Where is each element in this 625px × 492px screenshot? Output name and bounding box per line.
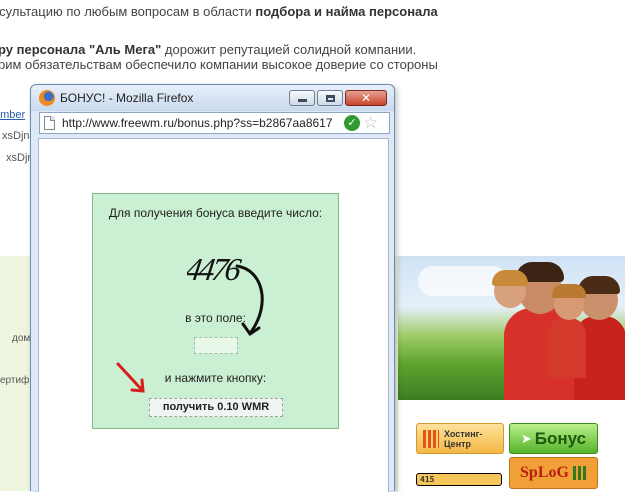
background-text: дорожит репутацией солидной компании.: [161, 42, 417, 57]
company-name: ру персонала "Аль Мега": [0, 42, 162, 57]
url-text[interactable]: http://www.freewm.ru/bonus.php?ss=b2867a…: [62, 116, 342, 130]
side-text: ертиф: [0, 375, 30, 386]
get-bonus-button[interactable]: получить 0.10 WMR: [149, 398, 283, 417]
close-button[interactable]: ✕: [345, 90, 387, 106]
page-icon: [44, 116, 55, 130]
background-paragraph: ру персонала "Аль Мега" дорожит репутаци…: [0, 42, 438, 72]
bonus-instruction: Для получения бонуса введите число:: [108, 206, 323, 220]
splog-banner[interactable]: SpLoG: [509, 457, 598, 489]
check-icon[interactable]: ✓: [344, 115, 360, 131]
bar-chart-icon: [572, 466, 587, 480]
field-label: в это поле:: [185, 311, 246, 325]
close-icon: ✕: [360, 91, 372, 105]
background-text-line: нсультацию по любым вопросам в области п…: [0, 4, 438, 19]
code-input[interactable]: [194, 337, 238, 354]
family-banner-image: [398, 256, 625, 400]
counter-value: 415: [420, 475, 435, 484]
red-arrow-icon: [116, 362, 145, 393]
maximize-button[interactable]: [317, 90, 343, 106]
window-title: БОНУС! - Mozilla Firefox: [60, 91, 194, 105]
star-icon[interactable]: ☆: [363, 113, 378, 133]
visit-counter[interactable]: 415: [416, 473, 502, 486]
window-titlebar[interactable]: БОНУС! - Mozilla Firefox ✕: [31, 85, 394, 111]
bar-chart-icon: [423, 429, 439, 448]
maximize-icon: [325, 94, 335, 102]
background-bold-text: подбора и найма персонала: [255, 4, 438, 19]
firefox-icon: [39, 90, 55, 106]
background-link[interactable]: umber: [0, 109, 25, 121]
curved-arrow-icon: [235, 264, 264, 337]
bonus-banner-label: Бонус: [534, 428, 587, 448]
bonus-banner[interactable]: ➤ Бонус: [509, 423, 598, 454]
side-text: дом: [12, 333, 31, 344]
hosting-banner-label: Хостинг- Центр: [444, 428, 483, 449]
minimize-icon: [297, 99, 307, 102]
side-text: xsDjn: [2, 130, 30, 142]
background-text: нсультацию по любым вопросам в области: [0, 4, 256, 19]
background-text: рим обязательствам обеспечило компании в…: [0, 57, 438, 72]
minimize-button[interactable]: [289, 90, 315, 106]
address-bar[interactable]: http://www.freewm.ru/bonus.php?ss=b2867a…: [39, 112, 390, 134]
splog-banner-label: SpLoG: [520, 464, 569, 481]
arrow-icon: ➤: [520, 430, 532, 446]
hosting-center-banner[interactable]: Хостинг- Центр: [416, 423, 504, 454]
